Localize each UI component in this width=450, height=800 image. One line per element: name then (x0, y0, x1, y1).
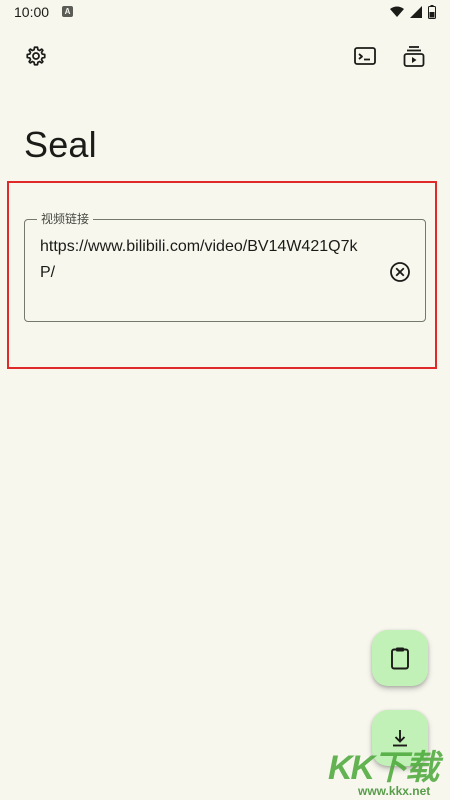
clear-url-button[interactable] (387, 259, 413, 285)
settings-button[interactable] (16, 36, 56, 76)
status-bar: 10:00 A (0, 0, 450, 26)
watermark-logo: KK下载 www.kkx.net (328, 740, 450, 800)
status-icons (390, 5, 436, 19)
clipboard-icon (391, 647, 409, 670)
clear-circle-icon (390, 262, 410, 282)
terminal-button[interactable] (345, 36, 385, 76)
a-letter-icon: A (62, 6, 73, 17)
battery-icon (428, 5, 436, 19)
video-queue-icon (403, 46, 425, 67)
signal-icon (410, 6, 422, 18)
download-queue-button[interactable] (394, 36, 434, 76)
terminal-icon (354, 47, 376, 65)
page-title: Seal (24, 124, 97, 165)
url-input-value[interactable]: https://www.bilibili.com/video/BV14W421Q… (40, 234, 370, 286)
url-input-field[interactable]: 视频链接 https://www.bilibili.com/video/BV14… (24, 211, 426, 322)
watermark-site: www.kkx.net (358, 784, 431, 798)
paste-button[interactable] (372, 630, 428, 686)
status-time: 10:00 (14, 4, 50, 20)
url-field-label: 视频链接 (37, 211, 94, 227)
wifi-icon (390, 6, 404, 17)
gear-icon (26, 46, 46, 66)
watermark-brand: KK下载 (328, 749, 439, 787)
